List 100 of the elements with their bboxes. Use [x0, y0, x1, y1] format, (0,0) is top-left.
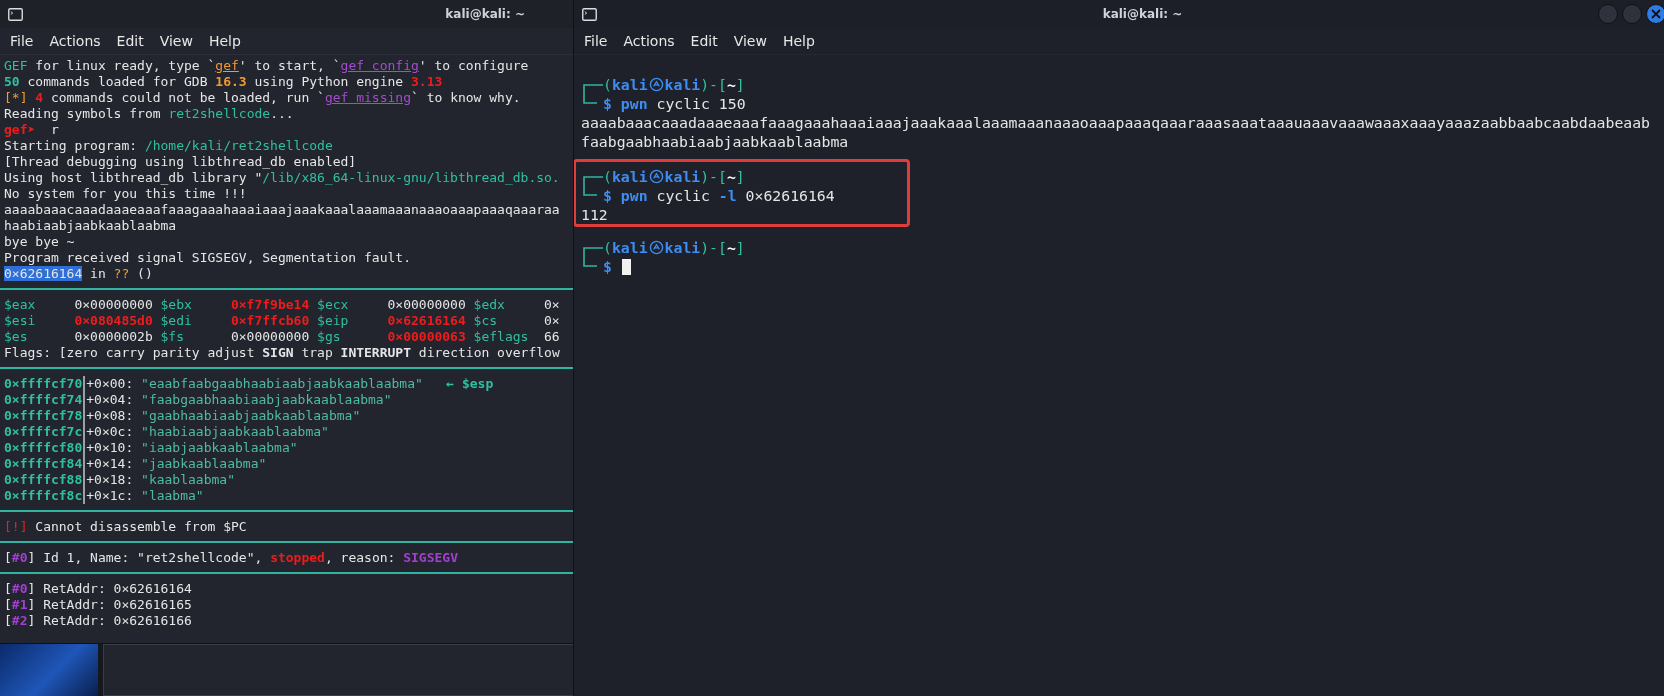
menu-item[interactable]: Edit [690, 33, 718, 49]
output-line: faabgaabhaabiaabjaabkaablaabma [581, 132, 849, 151]
register-name: $eflags [473, 329, 530, 345]
terminal-line: [#2] RetAddr: 0×62616166 [4, 613, 192, 629]
register-name: $edi [160, 313, 193, 329]
register-name: $es [4, 329, 29, 345]
command-line: $ [603, 257, 613, 276]
menu-item[interactable]: File [10, 33, 34, 49]
prompt-bracket-icon [583, 186, 597, 196]
prompt-bracket-icon [583, 176, 603, 186]
prompt-user: (kali [603, 75, 648, 94]
menu-item[interactable]: Help [782, 33, 815, 49]
stack-value: "gaabhaabiaabjaabkaablaabma" [141, 408, 361, 424]
stack-address: 0×ffffcf7c [4, 424, 86, 440]
terminal-line: GEF for linux ready, type `gef' to start, `gef config' to configure [4, 58, 529, 74]
terminal-line: 50 commands loaded for GDB 16.3 using Python engine 3.13 [4, 74, 443, 90]
register-value: 66 [544, 329, 560, 345]
prompt-bracket-icon [583, 247, 603, 257]
terminal-line: [Thread debugging using libthread_db enabled] [4, 154, 357, 170]
close-icon [1651, 9, 1661, 19]
circled-symbol-icon [648, 77, 664, 92]
stack-address: 0×ffffcf80 [4, 440, 86, 456]
stack-pointer-label: ← $esp [446, 376, 494, 392]
prompt-bracket-icon [583, 257, 597, 267]
stack-offset: +0×0c: [86, 424, 134, 440]
register-name: $eax [4, 297, 37, 313]
stack-offset: +0×1c: [86, 488, 134, 504]
prompt-host: kali)-[~] [664, 238, 745, 257]
prompt-bracket-icon [583, 94, 597, 104]
terminal-line: gef➤ r [4, 122, 59, 138]
stack-address: 0×ffffcf84 [4, 456, 86, 472]
terminal-line: Reading symbols from ret2shellcode... [4, 106, 294, 122]
stack-value: "haabiaabjaabkaablaabma" [141, 424, 329, 440]
register-value: 0× [544, 297, 560, 313]
stack-address: 0×ffffcf8c [4, 488, 86, 504]
prompt-host: kali)-[~] [664, 167, 745, 186]
register-name: $fs [160, 329, 185, 345]
stack-offset: +0×10: [86, 440, 134, 456]
prompt-host: kali)-[~] [664, 75, 745, 94]
prompt-bracket-icon [583, 84, 603, 94]
window-title: kali@kali: ~ [1101, 7, 1183, 21]
terminal-line: 0×62616164 in ?? () [4, 266, 153, 282]
stack-address: 0×ffffcf74 [4, 392, 86, 408]
output-line: aaaabaaacaaadaaaeaaafaaagaaahaaaiaaajaaakaaalaaamaaanaaaoaaapaaaqaaaraaasaaataaauaaavaaawaaaxaaayaaazaabbaabcaabdaabeaab [581, 113, 1651, 132]
circled-symbol-icon [648, 169, 664, 184]
prompt-user: (kali [603, 238, 648, 257]
register-value: 0×080485d0 [74, 313, 153, 329]
register-value: 0×f7f9be14 [230, 297, 310, 313]
stack-offset: +0×00: [86, 376, 134, 392]
menu-item[interactable]: Actions [623, 33, 675, 49]
register-value: 0×00000000 [387, 297, 466, 313]
register-name: $cs [473, 313, 499, 329]
menu-item[interactable]: Help [208, 33, 241, 49]
stack-value: "jaabkaablaabma" [141, 456, 267, 472]
command-line: $ pwn cyclic -l 0×62616164 [603, 186, 835, 205]
terminal-line: bye bye ~ [4, 234, 75, 250]
register-value: 0×00000000 [74, 297, 153, 313]
register-value: 0× [544, 313, 560, 329]
stack-offset: +0×08: [86, 408, 134, 424]
register-value: 0×00000063 [387, 329, 466, 345]
terminal-icon [582, 7, 597, 21]
flags-line: Flags: [zero carry parity adjust SIGN trap INTERRUPT direction overflow [4, 345, 560, 361]
register-name: $eip [317, 313, 350, 329]
terminal-line: [#1] RetAddr: 0×62616165 [4, 597, 192, 613]
terminal-line: [*] 4 commands could not be loaded, run `gef missing` to know why. [4, 90, 521, 106]
stack-address: 0×ffffcf70 [4, 376, 86, 392]
menu-item[interactable]: View [733, 33, 767, 49]
menu-item[interactable]: Actions [49, 33, 101, 49]
terminal-line: [#0] RetAddr: 0×62616164 [4, 581, 192, 597]
stack-address: 0×ffffcf78 [4, 408, 86, 424]
output-line: 112 [581, 205, 609, 224]
command-line: $ pwn cyclic 150 [603, 94, 746, 113]
stack-value: "eaabfaabgaabhaabiaabjaabkaablaabma" [141, 376, 423, 392]
stack-offset: +0×04: [86, 392, 134, 408]
terminal-line: Program received signal SIGSEGV, Segmentation fault. [4, 250, 411, 266]
prompt-user: (kali [603, 167, 648, 186]
register-name: $esi [4, 313, 37, 329]
stack-address: 0×ffffcf88 [4, 472, 86, 488]
register-name: $gs [317, 329, 342, 345]
menu-item[interactable]: View [159, 33, 193, 49]
terminal-line: [#0] Id 1, Name: "ret2shellcode", stopped, reason: SIGSEGV [4, 550, 458, 566]
menu-item[interactable]: File [584, 33, 608, 49]
terminal-line: No system for you this time !!! [4, 186, 247, 202]
menu-item[interactable]: Edit [116, 33, 144, 49]
register-name: $ebx [160, 297, 193, 313]
terminal-line: aaaabaaacaaadaaaeaaafaaagaaahaaaiaaajaaakaaalaaamaaanaaaoaaapaaaqaaaraa [4, 202, 560, 218]
stack-offset: +0×14: [86, 456, 134, 472]
register-value: 0×f7ffcb60 [230, 313, 310, 329]
window-title: kali@kali: ~ [445, 7, 525, 21]
register-value: 0×62616164 [387, 313, 466, 329]
stack-value: "iaabjaabkaablaabma" [141, 440, 298, 456]
stack-offset: +0×18: [86, 472, 134, 488]
stack-value: "laabma" [141, 488, 204, 504]
terminal-line: [!] Cannot disassemble from $PC [4, 519, 247, 535]
minimize-button[interactable] [1598, 4, 1618, 24]
terminal-icon [8, 7, 23, 21]
register-value: 0×00000000 [230, 329, 310, 345]
close-button[interactable] [1646, 4, 1664, 24]
terminal-line: Starting program: /home/kali/ret2shellcode [4, 138, 333, 154]
terminal-line: Using host libthread_db library "/lib/x86_64-linux-gnu/libthread_db.so. [4, 170, 560, 186]
